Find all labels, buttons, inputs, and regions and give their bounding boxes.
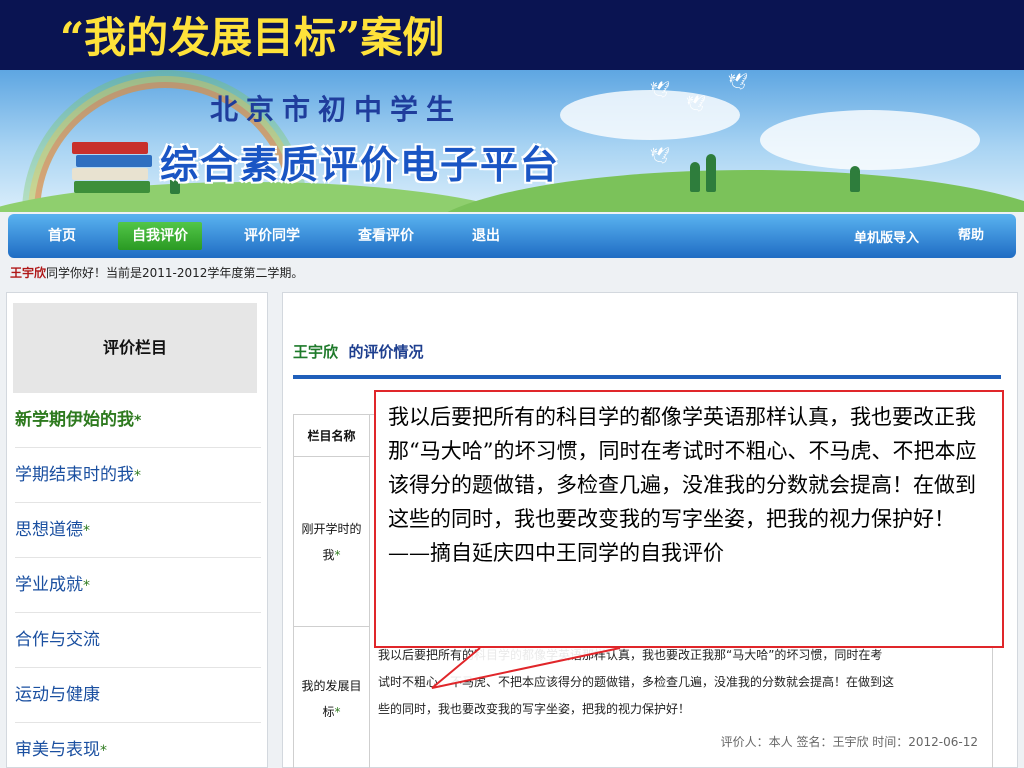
dove-icon: 🕊: [728, 72, 749, 91]
dove-icon: 🕊: [650, 146, 671, 165]
tree-icon: [850, 166, 860, 192]
sidebar-item-label: 学期结束时的我: [15, 465, 134, 485]
tree-icon: [690, 162, 700, 192]
nav-self-evaluation[interactable]: 自我评价: [118, 222, 202, 250]
quote-callout: 我以后要把所有的科目学的都像学英语那样认真，我也要改正我那“马大哈”的坏习惯，同…: [374, 390, 1004, 648]
evaluation-footer: 评价人：本人 签名：王宇欣 时间：2012-06-12: [720, 735, 978, 749]
main-nav: 首页 自我评价 评价同学 查看评价 退出 单机版导入 帮助: [8, 214, 1016, 258]
cloud-shape: [760, 110, 980, 170]
table-row-name: 我的发展目标*: [294, 627, 370, 768]
sidebar-item-aesthetics[interactable]: 审美与表现*: [15, 723, 261, 768]
sidebar-item-sports-health[interactable]: 运动与健康: [15, 668, 261, 723]
required-star: *: [134, 413, 142, 429]
title-divider: [293, 375, 1001, 379]
sidebar-item-cooperation[interactable]: 合作与交流: [15, 613, 261, 668]
banner-title-line2: 综合素质评价电子平台: [160, 143, 561, 187]
table-row-content: 我以后要把所有的科目学的都像学英语那样认真，我也要改正我那“马大哈”的坏习惯，同…: [372, 642, 992, 723]
sidebar-header: 评价栏目: [13, 303, 257, 393]
nav-view-evaluations[interactable]: 查看评价: [344, 222, 428, 250]
sidebar-item-label: 学业成就: [15, 575, 83, 595]
content-line: 些的同时，我也要改变我的写字坐姿，把我的视力保护好！: [378, 702, 691, 716]
sidebar-item-new-semester[interactable]: 新学期伊始的我*: [15, 393, 261, 448]
evaluation-title: 王宇欣 的评价情况: [293, 341, 423, 362]
sidebar-item-morality[interactable]: 思想道德*: [15, 503, 261, 558]
required-star: *: [334, 547, 341, 562]
sidebar-item-label: 运动与健康: [15, 685, 100, 705]
nav-evaluate-classmates[interactable]: 评价同学: [230, 222, 314, 250]
slide-title: “我的发展目标”案例: [60, 13, 445, 62]
row-name-label: 我的发展目标: [301, 679, 362, 719]
required-star: *: [134, 468, 141, 484]
greeting-text: 同学你好！当前是2011-2012学年度第二学期。: [46, 266, 304, 280]
nav-home[interactable]: 首页: [34, 222, 90, 250]
sidebar-item-label: 合作与交流: [15, 630, 100, 650]
dove-icon: 🕊: [650, 80, 671, 99]
required-star: *: [334, 705, 341, 719]
title-suffix: 的评价情况: [348, 343, 424, 361]
sidebar-item-label: 新学期伊始的我: [15, 410, 134, 430]
sidebar-item-label: 思想道德: [15, 520, 83, 540]
required-star: *: [83, 578, 90, 594]
books-icon: [72, 142, 152, 198]
nav-offline-import[interactable]: 单机版导入: [840, 225, 933, 253]
student-name: 王宇欣: [10, 266, 47, 280]
sidebar-item-academic[interactable]: 学业成就*: [15, 558, 261, 613]
table-row-name: 刚开学时的我*: [294, 457, 370, 627]
row-name-label: 刚开学时的我: [301, 521, 362, 562]
title-student-name: 王宇欣: [293, 343, 339, 361]
tree-icon: [706, 154, 716, 192]
sidebar-item-semester-end[interactable]: 学期结束时的我*: [15, 448, 261, 503]
banner-title-line1: 北京市初中学生: [210, 93, 463, 126]
nav-help[interactable]: 帮助: [944, 222, 998, 250]
greeting-line: 王宇欣同学你好！当前是2011-2012学年度第二学期。: [10, 264, 303, 281]
evaluation-sidebar: 评价栏目 新学期伊始的我* 学期结束时的我* 思想道德* 学业成就* 合作与交流…: [6, 292, 268, 768]
sidebar-item-label: 审美与表现: [15, 740, 100, 760]
nav-logout[interactable]: 退出: [458, 222, 514, 250]
content-line: 试时不粗心、不马虎、不把本应该得分的题做错，多检查几遍，没准我的分数就会提高！在…: [378, 675, 895, 689]
platform-banner: 🕊 🕊 🕊 🕊 北京市初中学生 综合素质评价电子平台: [0, 70, 1024, 212]
required-star: *: [100, 743, 107, 759]
column-header-name: 栏目名称: [294, 415, 370, 457]
required-star: *: [83, 523, 90, 539]
dove-icon: 🕊: [686, 94, 707, 113]
